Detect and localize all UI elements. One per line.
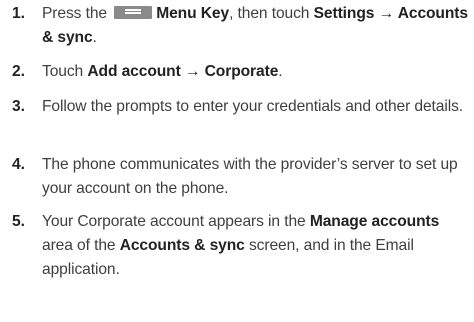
step-number: 5. (12, 213, 25, 230)
step-text: Touch Add account → Corporate. (42, 60, 468, 84)
step-text-segment: . (92, 29, 97, 46)
menu-key-icon (114, 6, 153, 19)
step-text-segment: Touch (42, 63, 84, 80)
accounts-sync-label: Accounts & sync (119, 237, 245, 254)
step-text: Follow the prompts to enter your credent… (42, 98, 464, 115)
step-text-segment: area of the (42, 237, 116, 254)
add-account-path-label: Add account → Corporate (87, 63, 279, 80)
step-number: 2. (12, 63, 25, 80)
step-text-segment: Press the (42, 5, 107, 22)
step-number: 1. (12, 5, 25, 22)
manage-accounts-label: Manage accounts (309, 213, 440, 230)
instructions-page: 1. Press the Menu Key, then touch Settin… (0, 0, 474, 322)
step-text-segment: , then touch (229, 5, 310, 22)
step-text: Press the Menu Key, then touch Settings … (42, 2, 468, 50)
step-number: 3. (12, 98, 25, 115)
step-text-segment: Your Corporate account appears in the (42, 213, 306, 230)
step-text-segment: . (278, 63, 283, 80)
step-text: Your Corporate account appears in the Ma… (42, 210, 468, 282)
step-number: 4. (12, 156, 25, 173)
menu-key-label: Menu Key (156, 5, 230, 22)
step-text: The phone communicates with the provider… (42, 156, 458, 197)
